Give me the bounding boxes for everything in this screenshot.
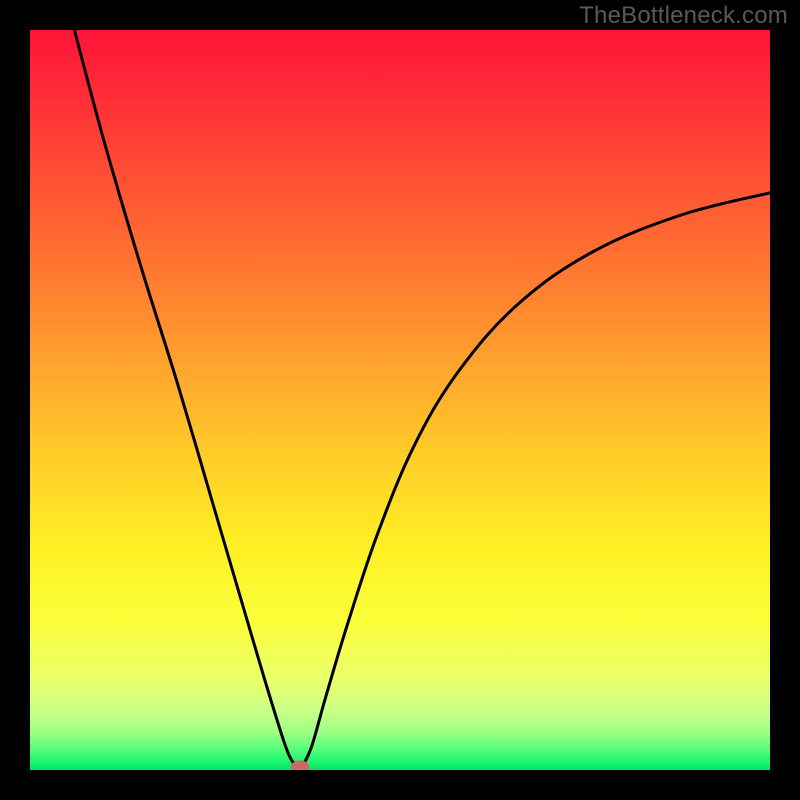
curve-left-branch [74, 30, 300, 770]
bottleneck-curve [30, 30, 770, 770]
plot-area [30, 30, 770, 770]
watermark-text: TheBottleneck.com [579, 2, 788, 30]
minimum-marker [291, 761, 309, 770]
chart-frame: TheBottleneck.com [0, 0, 800, 800]
curve-right-branch [300, 193, 770, 770]
